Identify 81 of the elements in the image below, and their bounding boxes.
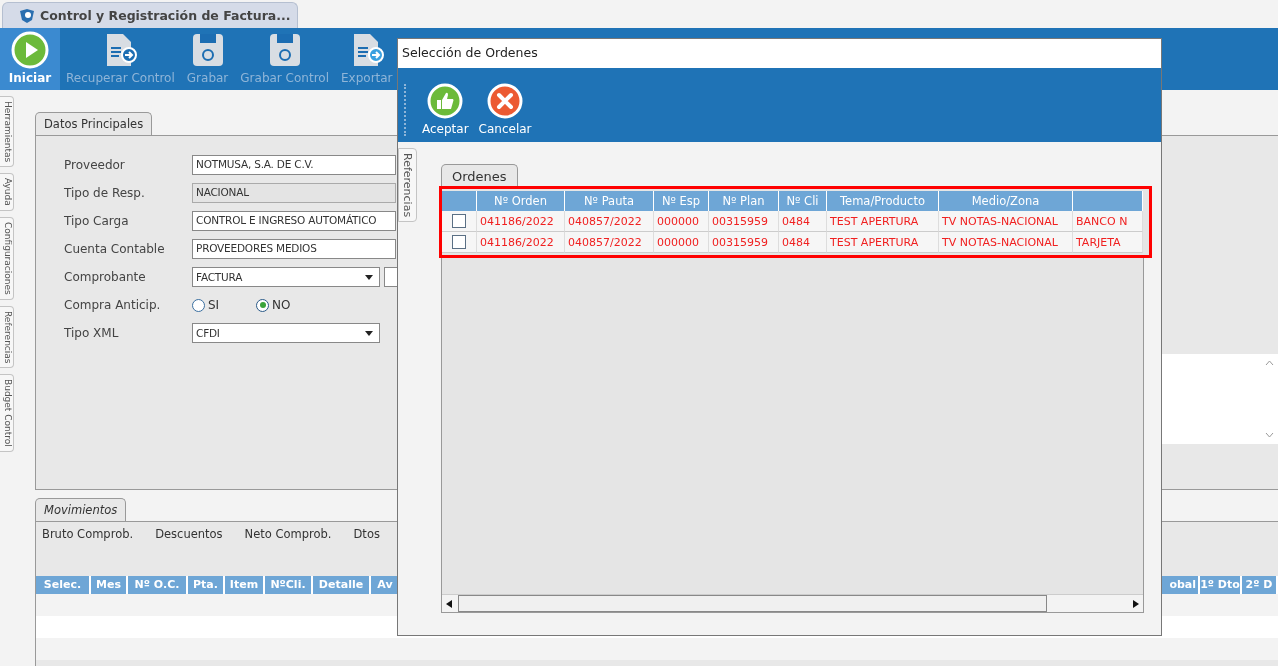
column-header: Nº O.C. [128, 576, 188, 594]
field-label: Proveedor [64, 158, 126, 172]
caret-icon [365, 330, 373, 336]
field-label: Tipo Carga [64, 214, 130, 228]
column-header: 1º Dto [1200, 576, 1242, 594]
dialog-title: Selección de Ordenes [398, 39, 1161, 68]
table-cell: BANCO N [1073, 211, 1143, 232]
caret-icon [365, 274, 373, 280]
checkbox[interactable] [452, 214, 466, 228]
text-field[interactable]: PROVEEDORES MEDIOS [192, 239, 396, 259]
column-header: Nº Orden [477, 191, 565, 211]
side-tab[interactable]: Ayuda [0, 173, 14, 212]
field-label: Compra Anticip. [64, 298, 162, 312]
text-field[interactable]: NOTMUSA, S.A. DE C.V. [192, 155, 396, 175]
total-label: Dtos [353, 527, 380, 543]
table-cell: TV NOTAS-NACIONAL [939, 211, 1073, 232]
dropdown[interactable]: CFDI [192, 323, 380, 343]
table-cell: 000000 [654, 211, 709, 232]
side-tab[interactable]: Budget Control [0, 374, 14, 453]
column-header: NºCli. [265, 576, 313, 594]
column-header: Nº Esp [654, 191, 709, 211]
scroll-right-icon [1133, 599, 1139, 608]
table-cell: TV NOTAS-NACIONAL [939, 232, 1073, 253]
scroll-down-icon [1265, 432, 1274, 438]
table-cell: 0484 [779, 232, 827, 253]
shield-logo-icon [19, 7, 35, 24]
column-header: 2º D [1242, 576, 1278, 594]
dialog-button[interactable]: Cancelar [474, 83, 536, 136]
radio-button[interactable]: SI [192, 298, 252, 312]
table-cell: 00315959 [709, 211, 779, 232]
table-cell: 00315959 [709, 232, 779, 253]
column-header: Nº Pauta [565, 191, 654, 211]
table-cell: 040857/2022 [565, 211, 654, 232]
table-cell: TEST APERTURA [827, 232, 939, 253]
scroll-left-icon [446, 599, 452, 608]
side-tab[interactable]: Configuraciones [0, 217, 14, 300]
text-field[interactable]: CONTROL E INGRESO AUTOMÁTICO [192, 211, 396, 231]
readonly-field: NACIONAL [192, 183, 396, 203]
tab[interactable]: Datos Principales [35, 112, 153, 135]
field-label: Tipo XML [64, 326, 120, 340]
table-cell: 041186/2022 [477, 211, 565, 232]
table-cell: 000000 [654, 232, 709, 253]
field-label: Cuenta Contable [64, 242, 166, 256]
column-header: Mes [91, 576, 128, 594]
horizontal-scrollbar[interactable] [442, 594, 1143, 612]
field-label: Comprobante [64, 270, 147, 284]
dropdown[interactable]: FACTURA [192, 267, 380, 287]
total-label: Bruto Comprob. [42, 527, 134, 543]
side-tab[interactable]: Referencias [0, 305, 14, 369]
thumbs-up-icon [427, 83, 464, 119]
tab[interactable]: Ordenes [441, 164, 518, 188]
field-label: Tipo de Resp. [64, 186, 146, 200]
cancel-icon [487, 83, 524, 119]
scroll-up-icon [1265, 360, 1274, 366]
window-title: Control y Registración de Factura... [40, 8, 291, 23]
table-cell: 041186/2022 [477, 232, 565, 253]
column-header [1073, 191, 1143, 211]
column-header: Detalle [313, 576, 371, 594]
column-header: Medio/Zona [939, 191, 1073, 211]
checkbox[interactable] [452, 235, 466, 249]
side-tab[interactable]: Referencias [398, 148, 417, 223]
total-label: Descuentos [155, 527, 223, 543]
dialog-button[interactable]: Aceptar [418, 83, 473, 136]
column-header: Item [225, 576, 265, 594]
column-header: Tema/Producto [827, 191, 939, 211]
table-cell: 0484 [779, 211, 827, 232]
toolbar-button[interactable]: Iniciar [0, 28, 60, 90]
column-header: Nº Plan [709, 191, 779, 211]
side-tab[interactable]: Herramientas [0, 96, 14, 168]
tab[interactable]: Movimientos [35, 498, 127, 521]
column-header: Nº Cli [779, 191, 827, 211]
play-icon [11, 31, 49, 69]
column-header: Selec. [36, 576, 91, 594]
table-cell: TEST APERTURA [827, 211, 939, 232]
total-label: Neto Comprob. [244, 527, 332, 543]
text-field[interactable] [384, 267, 398, 287]
table-cell: 040857/2022 [565, 232, 654, 253]
window-tab[interactable]: Control y Registración de Factura... [2, 2, 298, 28]
radio-button[interactable]: NO [256, 298, 316, 312]
table-cell: TARJETA [1073, 232, 1143, 253]
column-header: Pta. [188, 576, 225, 594]
